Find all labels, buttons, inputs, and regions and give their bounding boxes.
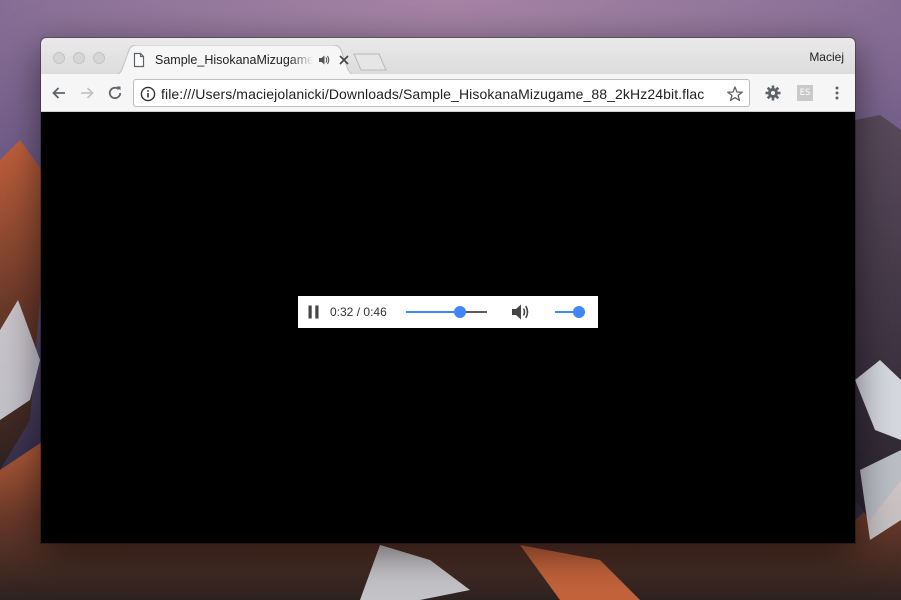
extension-label: ES	[799, 88, 811, 98]
audio-player-controls: 0:32 / 0:46	[298, 296, 598, 328]
reload-icon[interactable]	[104, 82, 126, 104]
tab-title: Sample_HisokanaMizugame_88_2kHz24bit.fla…	[155, 53, 313, 67]
gear-icon[interactable]	[762, 82, 784, 104]
star-icon[interactable]	[726, 85, 744, 103]
document-icon	[131, 52, 147, 68]
pause-button[interactable]	[307, 305, 321, 319]
seek-thumb[interactable]	[454, 306, 467, 318]
volume-thumb[interactable]	[573, 306, 585, 318]
info-icon[interactable]	[140, 86, 156, 102]
time-display: 0:32 / 0:46	[330, 305, 387, 319]
seek-slider[interactable]	[406, 296, 487, 328]
seek-progress	[406, 311, 461, 313]
profile-name[interactable]: Maciej	[809, 50, 844, 64]
back-icon[interactable]	[48, 82, 70, 104]
browser-toolbar: file:///Users/maciejolanicki/Downloads/S…	[41, 74, 855, 112]
new-tab-button[interactable]	[353, 53, 387, 71]
media-viewer: 0:32 / 0:46	[41, 112, 855, 543]
current-time: 0:32	[330, 305, 354, 319]
address-bar[interactable]: file:///Users/maciejolanicki/Downloads/S…	[133, 79, 750, 107]
url-text[interactable]: file:///Users/maciejolanicki/Downloads/S…	[161, 86, 704, 102]
close-icon[interactable]	[337, 53, 351, 67]
duration: 0:46	[363, 305, 387, 319]
menu-icon[interactable]	[826, 82, 848, 104]
close-window-button[interactable]	[53, 52, 65, 64]
zoom-window-button[interactable]	[93, 52, 105, 64]
time-separator: /	[356, 305, 361, 319]
tab-strip: Sample_HisokanaMizugame_88_2kHz24bit.fla…	[41, 38, 855, 75]
minimize-window-button[interactable]	[73, 52, 85, 64]
speaker-icon[interactable]	[317, 53, 331, 67]
browser-window: Sample_HisokanaMizugame_88_2kHz24bit.fla…	[41, 38, 855, 543]
volume-icon[interactable]	[511, 303, 531, 321]
volume-slider[interactable]	[555, 296, 585, 328]
forward-icon[interactable]	[76, 82, 98, 104]
extension-icon[interactable]: ES	[797, 85, 813, 101]
